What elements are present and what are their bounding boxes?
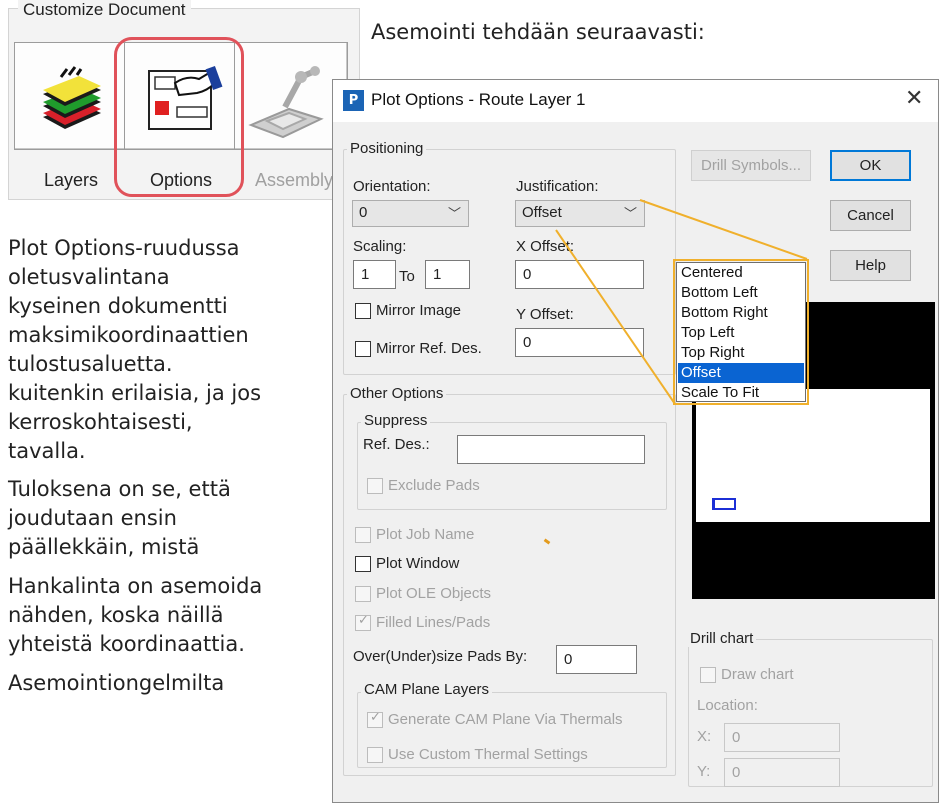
dropdown-callout-frame (673, 259, 809, 405)
callout-line-top (639, 199, 808, 260)
callout-line-bottom (555, 229, 676, 405)
